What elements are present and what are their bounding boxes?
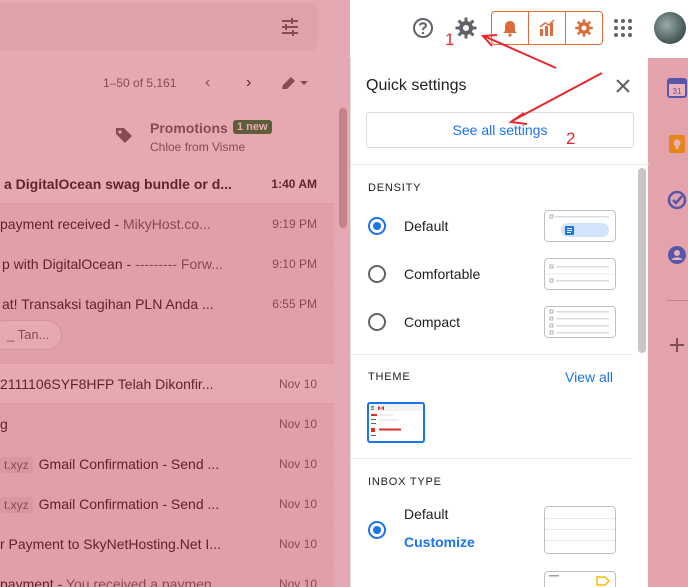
pagination-range: 1–50 of 5,161 <box>103 76 177 90</box>
promotions-row[interactable]: Promotions 1 new Chloe from Visme <box>0 108 340 164</box>
density-label: Compact <box>404 314 461 330</box>
email-time: Nov 10 <box>278 497 317 511</box>
bell-icon[interactable] <box>492 12 529 44</box>
customize-inbox-link[interactable]: Customize <box>404 534 475 550</box>
inbox-area: 1–50 of 5,161 ‹ › Promotions 1 new Chloe… <box>0 0 350 587</box>
email-row[interactable]: payment received - MikyHost.co... 9:19 P… <box>0 204 334 244</box>
email-row[interactable]: payment - You received a paymen... Nov 1… <box>0 564 334 587</box>
top-bar <box>350 0 688 58</box>
label-chip: t.xyz <box>0 497 33 513</box>
email-time: 9:19 PM <box>272 217 317 231</box>
overlay-scrim <box>648 58 688 587</box>
email-row[interactable]: g Nov 10 <box>0 404 334 444</box>
close-icon[interactable] <box>613 76 633 101</box>
annotation-step-1: 1 <box>445 30 455 49</box>
email-time: Nov 10 <box>278 577 317 587</box>
email-row[interactable]: p with DigitalOcean - --------- Forw... … <box>0 244 334 284</box>
previous-page-icon[interactable]: ‹ <box>205 74 210 92</box>
avatar[interactable] <box>654 12 686 44</box>
quick-settings-panel: Quick settings See all settings DENSITY … <box>350 58 649 587</box>
email-subject: payment - You received a paymen... <box>0 576 223 587</box>
email-row[interactable]: t.xyz Gmail Confirmation - Send ... Nov 1… <box>0 484 334 524</box>
help-icon[interactable] <box>408 13 438 43</box>
inbox-scrollbar[interactable] <box>339 108 347 228</box>
list-toolbar: 1–50 of 5,161 ‹ › <box>0 64 340 104</box>
inbox-type-preview-important <box>544 571 616 587</box>
email-snippet: You received a paymen... <box>65 576 224 587</box>
email-row[interactable]: t.xyz Gmail Confirmation - Send ... Nov 1… <box>0 444 334 484</box>
search-bar[interactable] <box>0 3 318 51</box>
email-time: 6:55 PM <box>272 297 317 311</box>
density-option-default[interactable]: Default <box>368 210 633 242</box>
label-chip: t.xyz <box>0 457 33 473</box>
settings-gear-icon[interactable] <box>451 13 481 43</box>
density-label: Default <box>404 218 449 234</box>
email-subject: payment received - MikyHost.co... <box>0 216 211 232</box>
email-time: Nov 10 <box>278 537 317 551</box>
email-snippet: MikyHost.co... <box>122 216 211 232</box>
promotions-sender: Chloe from Visme <box>150 140 246 154</box>
divider <box>351 164 649 165</box>
email-subject: g <box>0 416 8 432</box>
email-time: Nov 10 <box>278 457 317 471</box>
divider <box>351 458 633 459</box>
panel-title: Quick settings <box>366 77 467 94</box>
radio-unselected-icon[interactable] <box>368 313 386 331</box>
email-time: Nov 10 <box>278 417 317 431</box>
email-row[interactable]: r Payment to SkyNetHosting.Net I... Nov … <box>0 524 334 564</box>
density-preview-compact <box>544 306 616 338</box>
email-subject: p with DigitalOcean - --------- Forw... <box>2 256 223 272</box>
email-time: 1:40 AM <box>271 177 317 191</box>
tag-icon <box>115 126 133 149</box>
search-options-icon[interactable] <box>280 17 300 42</box>
density-option-compact[interactable]: Compact <box>368 306 633 338</box>
density-label: Comfortable <box>404 266 481 282</box>
inbox-type-heading: INBOX TYPE <box>368 476 442 488</box>
view-all-themes-link[interactable]: View all <box>565 369 613 385</box>
email-subject: 2111106SYF8HFP Telah Dikonfir... <box>0 376 214 392</box>
email-subject: t.xyz Gmail Confirmation - Send ... <box>0 456 219 473</box>
orange-gear-icon[interactable] <box>566 12 602 44</box>
density-option-comfortable[interactable]: Comfortable <box>368 258 633 290</box>
density-preview-default <box>544 210 616 242</box>
email-time: Nov 10 <box>278 377 317 391</box>
inbox-type-preview <box>544 506 616 554</box>
density-heading: DENSITY <box>368 182 422 194</box>
analytics-icon[interactable] <box>529 12 566 44</box>
inbox-type-label: Default <box>404 506 449 522</box>
extension-toolbar <box>491 11 603 45</box>
promotions-title: Promotions <box>150 120 228 136</box>
new-count-badge: 1 new <box>233 120 272 134</box>
next-page-icon[interactable]: › <box>246 74 251 92</box>
email-row[interactable]: 2111106SYF8HFP Telah Dikonfir... Nov 10 <box>0 364 334 404</box>
email-snippet: --------- Forw... <box>135 256 223 272</box>
density-preview-comfortable <box>544 258 616 290</box>
radio-selected-icon[interactable] <box>368 217 386 235</box>
theme-heading: THEME <box>368 371 411 383</box>
apps-grid-icon[interactable] <box>608 13 638 43</box>
radio-selected-icon[interactable] <box>368 521 386 539</box>
email-subject: a DigitalOcean swag bundle or d... <box>4 176 232 192</box>
email-subject: r Payment to SkyNetHosting.Net I... <box>0 536 221 552</box>
email-subject: at! Transaksi tagihan PLN Anda ... <box>2 296 214 312</box>
divider <box>351 354 633 355</box>
panel-scrollbar[interactable] <box>638 168 646 353</box>
email-subject: t.xyz Gmail Confirmation - Send ... <box>0 496 219 513</box>
input-tools-icon[interactable] <box>280 74 310 97</box>
theme-preview[interactable] <box>367 402 425 443</box>
email-time: 9:10 PM <box>272 257 317 271</box>
annotation-step-2: 2 <box>566 129 576 148</box>
radio-unselected-icon[interactable] <box>368 265 386 283</box>
email-row[interactable]: a DigitalOcean swag bundle or d... 1:40 … <box>0 164 334 204</box>
attachment-chip[interactable]: _ Tan... <box>0 320 62 350</box>
see-all-settings-button[interactable]: See all settings <box>366 112 634 148</box>
